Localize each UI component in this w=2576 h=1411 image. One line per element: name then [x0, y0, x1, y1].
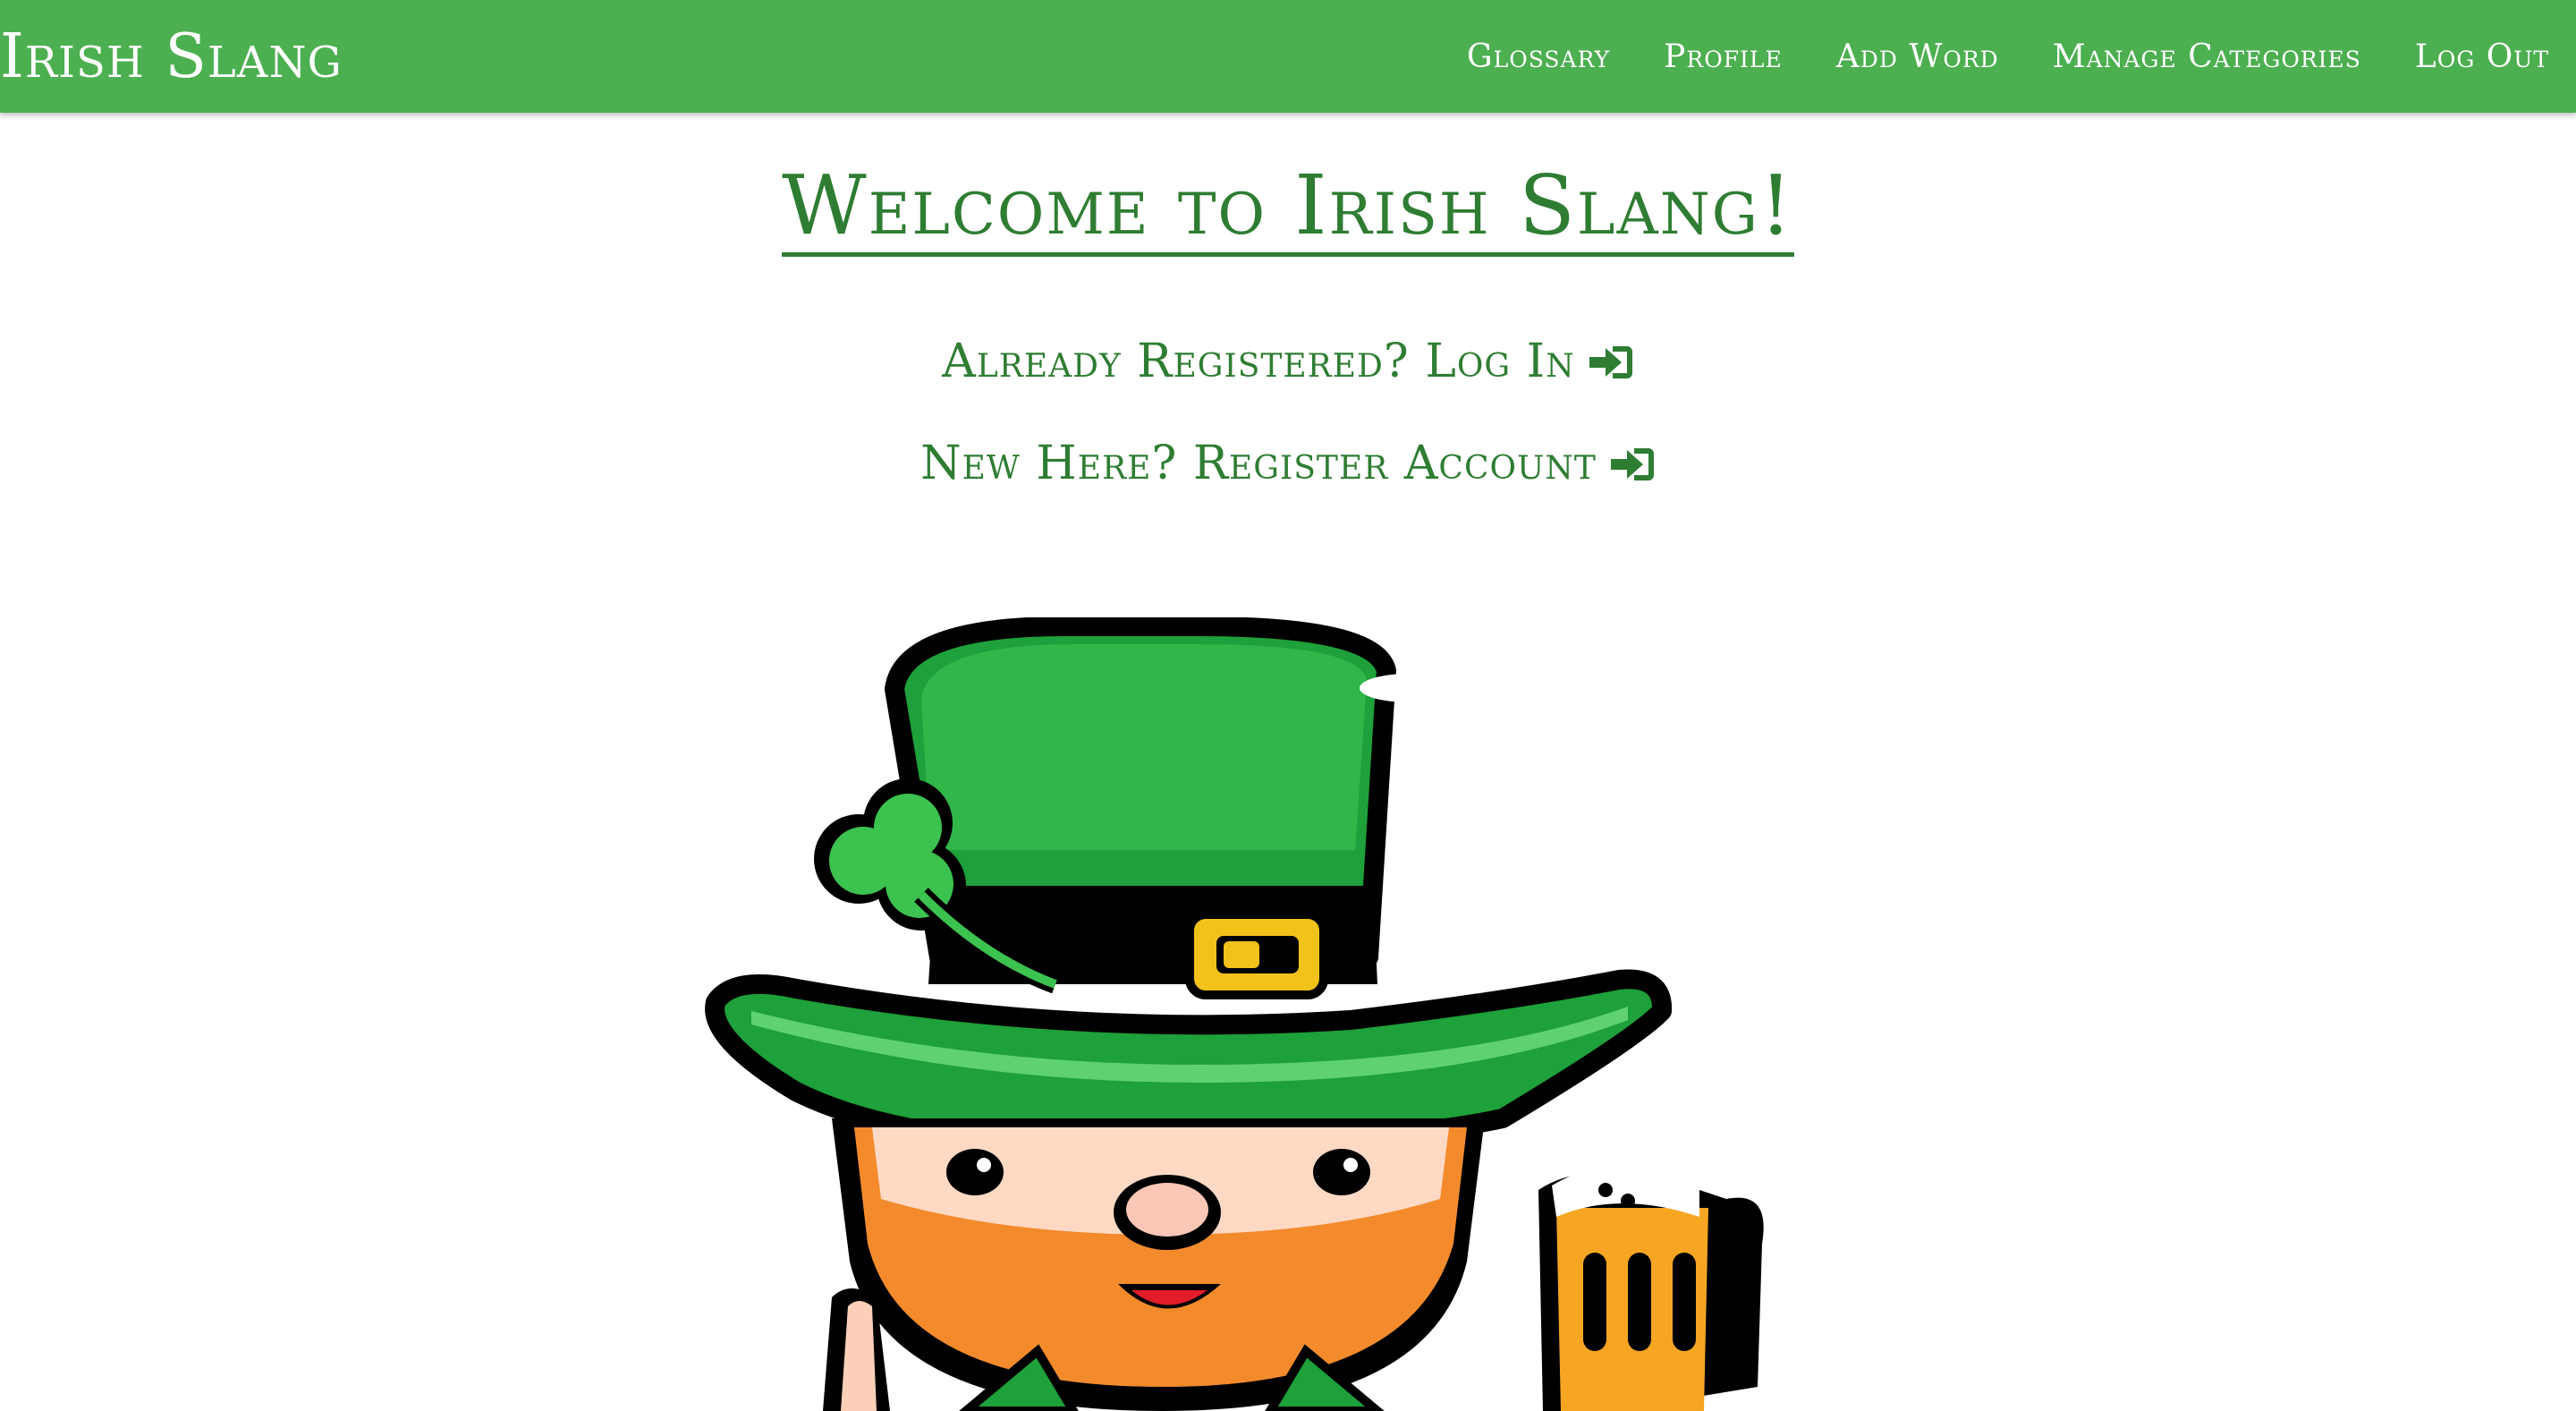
- page-title: Welcome to Irish Slang!: [782, 161, 1794, 257]
- welcome-section: Welcome to Irish Slang!: [0, 161, 2576, 257]
- brand-logo-link[interactable]: Irish Slang: [0, 23, 343, 91]
- sign-in-icon: [1609, 442, 1656, 496]
- nav-link-glossary[interactable]: Glossary: [1467, 38, 1610, 75]
- nav-item-log-out: Log Out: [2415, 38, 2549, 75]
- nav-item-glossary: Glossary: [1467, 38, 1610, 75]
- login-link-label: Already Registered? Log In: [942, 335, 1575, 388]
- nav-item-profile: Profile: [1664, 38, 1783, 75]
- nav-item-add-word: Add Word: [1836, 38, 1999, 75]
- nav-menu: Glossary Profile Add Word Manage Categor…: [1467, 0, 2549, 113]
- nav-link-profile[interactable]: Profile: [1664, 38, 1783, 75]
- nav-link-log-out[interactable]: Log Out: [2415, 38, 2549, 75]
- register-row: New Here? Register Account: [0, 437, 2576, 496]
- nav-item-manage-categories: Manage Categories: [2053, 38, 2361, 75]
- register-link[interactable]: New Here? Register Account: [920, 437, 1656, 490]
- register-link-label: New Here? Register Account: [920, 437, 1597, 490]
- leprechaun-illustration: [705, 617, 1764, 1411]
- top-navbar: Irish Slang Glossary Profile Add Word Ma…: [0, 0, 2576, 113]
- sign-in-icon: [1588, 340, 1634, 394]
- login-row: Already Registered? Log In: [0, 335, 2576, 394]
- nav-link-add-word[interactable]: Add Word: [1836, 38, 1999, 75]
- nav-link-manage-categories[interactable]: Manage Categories: [2053, 38, 2361, 75]
- login-link[interactable]: Already Registered? Log In: [942, 335, 1633, 388]
